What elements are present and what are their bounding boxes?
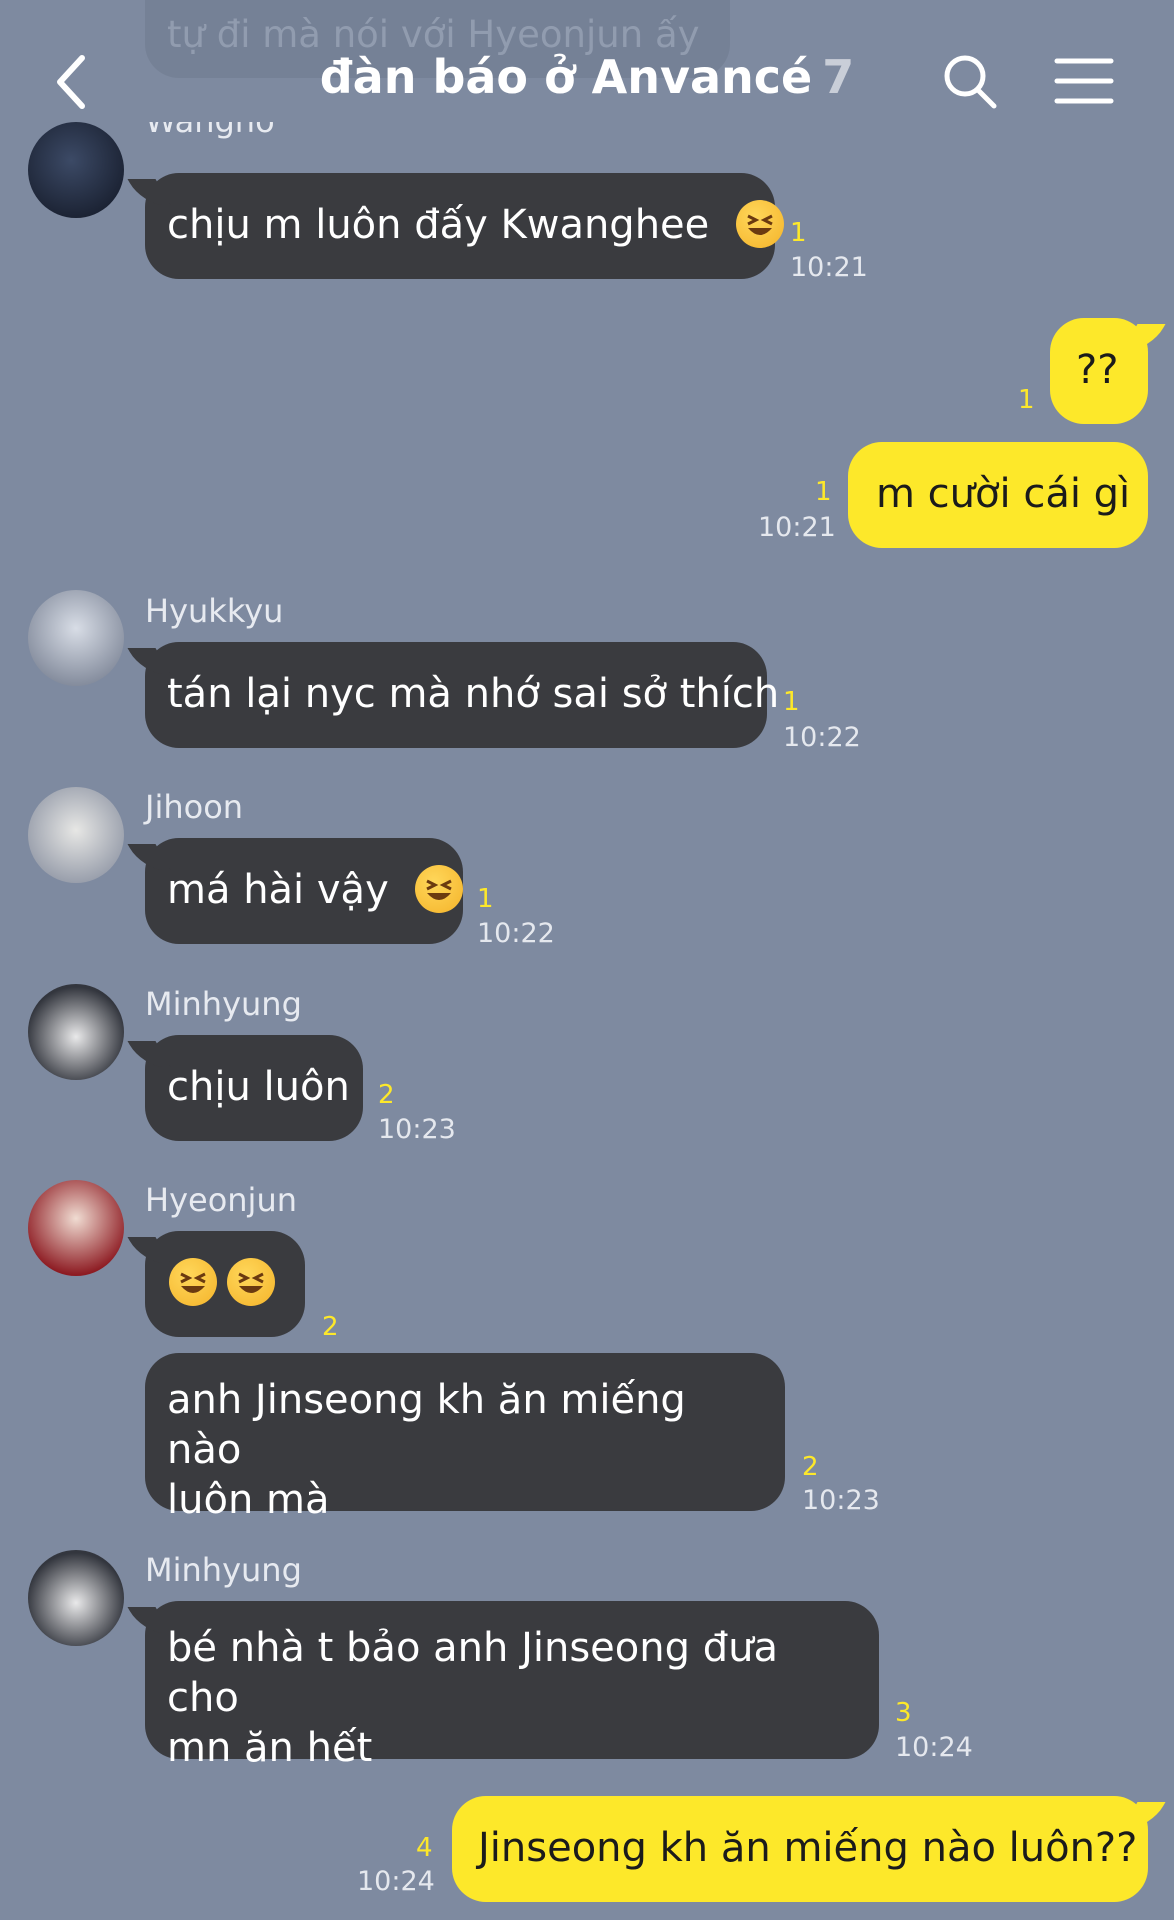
unread-count: 1	[783, 687, 800, 717]
message-bubble[interactable]: bé nhà t bảo anh Jinseong đưa cho mn ăn …	[145, 1601, 879, 1771]
message-time: 10:23	[378, 1114, 456, 1145]
message-bubble[interactable]: tán lại nyc mà nhớ sai sở thích	[145, 642, 779, 748]
message-time: 10:24	[357, 1866, 435, 1897]
unread-count: 1	[815, 477, 832, 507]
message-time: 10:23	[802, 1485, 880, 1516]
sender-name: Jihoon	[145, 788, 244, 826]
laughing-face-icon	[735, 200, 784, 248]
search-icon[interactable]	[940, 52, 1000, 116]
chat-room-name: đàn báo ở Anvancé	[319, 50, 813, 104]
message-bubble[interactable]	[145, 1231, 305, 1337]
unread-count: 2	[322, 1312, 339, 1342]
sender-name: Minhyung	[145, 985, 302, 1023]
message-text: ??	[1076, 347, 1119, 393]
member-count: 7	[822, 50, 855, 104]
laughing-face-icon	[169, 1258, 217, 1306]
unread-count: 1	[790, 218, 807, 248]
message-text-line: anh Jinseong kh ăn miếng nào	[167, 1377, 686, 1473]
avatar[interactable]	[28, 590, 124, 686]
message-text: Jinseong kh ăn miếng nào luôn??	[478, 1825, 1138, 1871]
sender-name: Wangho	[145, 122, 275, 158]
menu-icon[interactable]	[1054, 56, 1114, 110]
unread-count: 4	[416, 1833, 433, 1863]
message-text: tán lại nyc mà nhớ sai sở thích	[167, 671, 780, 717]
message-text: m cười cái gì	[876, 471, 1131, 517]
laughing-face-icon	[227, 1258, 275, 1306]
unread-count: 2	[378, 1080, 395, 1110]
message-text-line: bé nhà t bảo anh Jinseong đưa cho	[167, 1625, 778, 1721]
message-text-line: luôn mà	[167, 1477, 330, 1523]
message-text: má hài vậy	[167, 867, 389, 913]
sender-name: Hyukkyu	[145, 592, 284, 630]
avatar[interactable]	[28, 984, 124, 1080]
avatar[interactable]	[28, 1550, 124, 1646]
message-bubble[interactable]: chịu luôn	[145, 1035, 363, 1141]
unread-count: 1	[1018, 385, 1035, 415]
unread-count: 1	[477, 884, 494, 914]
avatar[interactable]	[28, 122, 124, 218]
laughing-face-icon	[415, 865, 464, 913]
message-text: chịu luôn	[167, 1064, 350, 1110]
message-bubble[interactable]: má hài vậy	[145, 838, 464, 944]
message-time: 10:21	[758, 512, 836, 543]
unread-count: 3	[895, 1698, 912, 1728]
message-time: 10:22	[477, 918, 555, 949]
sender-name: Hyeonjun	[145, 1181, 297, 1219]
message-bubble[interactable]: chịu m luôn đấy Kwanghee	[145, 173, 784, 279]
message-bubble[interactable]: ??	[1050, 318, 1148, 424]
message-bubble[interactable]: m cười cái gì	[848, 442, 1148, 548]
message-time: 10:24	[895, 1732, 973, 1763]
sender-name: Minhyung	[145, 1551, 302, 1589]
avatar[interactable]	[28, 1180, 124, 1276]
message-text-line: mn ăn hết	[167, 1725, 373, 1771]
unread-count: 2	[802, 1452, 819, 1482]
message-bubble[interactable]: anh Jinseong kh ăn miếng nào luôn mà	[145, 1353, 785, 1523]
message-bubble[interactable]: Jinseong kh ăn miếng nào luôn??	[452, 1796, 1148, 1902]
avatar[interactable]	[28, 787, 124, 883]
message-text: chịu m luôn đấy Kwanghee	[167, 202, 710, 248]
message-time: 10:22	[783, 722, 861, 753]
message-time: 10:21	[790, 252, 868, 283]
